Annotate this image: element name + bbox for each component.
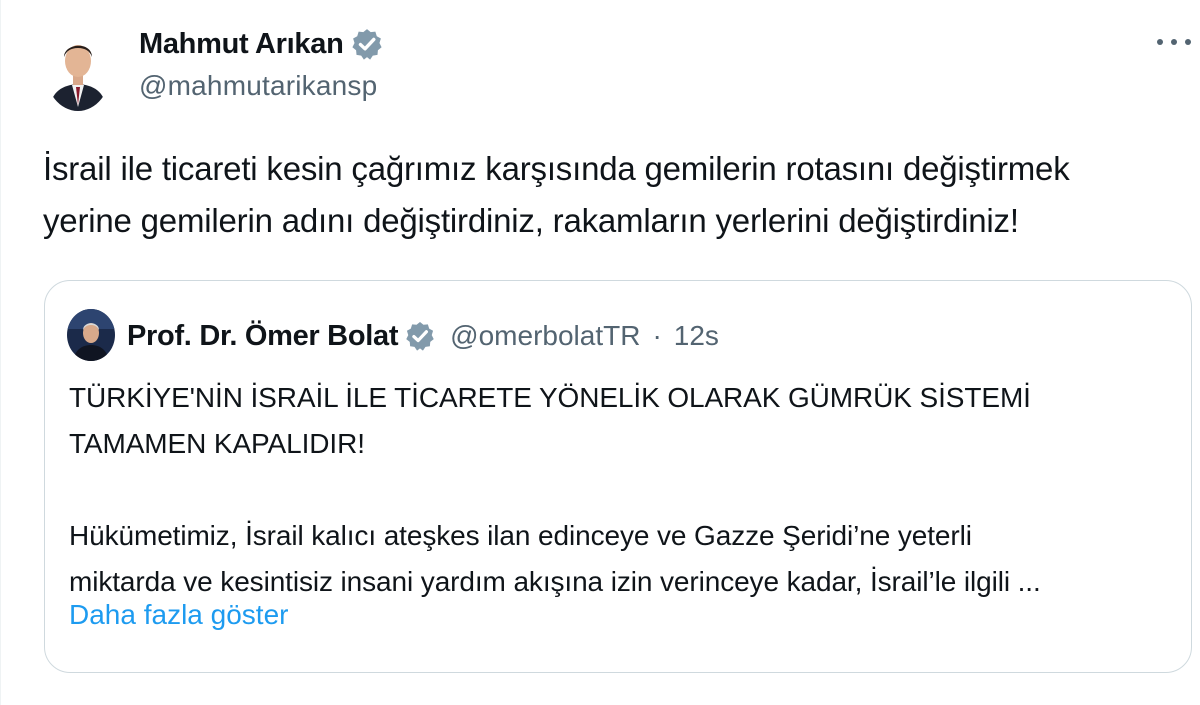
author-avatar[interactable] bbox=[45, 29, 111, 111]
quoted-text: TÜRKİYE'NİN İSRAİL İLE TİCARETE YÖNELİK … bbox=[69, 375, 1179, 605]
quoted-author-handle[interactable]: @omerbolatTR bbox=[450, 320, 640, 352]
show-more-link[interactable]: Daha fazla göster bbox=[69, 599, 288, 631]
quoted-timestamp[interactable]: 12s bbox=[674, 320, 719, 352]
tweet: Mahmut Arıkan @mahmutarikansp İsrail ile… bbox=[0, 0, 1200, 705]
separator-dot: · bbox=[652, 320, 662, 351]
more-dots-icon[interactable] bbox=[1157, 30, 1191, 54]
quoted-heading-line: TAMAMEN KAPALIDIR! bbox=[69, 428, 365, 459]
author-handle[interactable]: @mahmutarikansp bbox=[139, 70, 377, 102]
dot bbox=[1157, 39, 1163, 45]
tweet-text-line: yerine gemilerin adını değiştirdiniz, ra… bbox=[43, 202, 1019, 239]
tweet-text: İsrail ile ticareti kesin çağrımız karşı… bbox=[43, 143, 1183, 247]
quoted-tweet-card[interactable]: Prof. Dr. Ömer Bolat @omerbolatTR · 12s … bbox=[44, 280, 1192, 673]
author-name-row: Mahmut Arıkan bbox=[139, 22, 384, 66]
quoted-header: Prof. Dr. Ömer Bolat @omerbolatTR · 12s bbox=[127, 315, 719, 357]
tweet-text-line: İsrail ile ticareti kesin çağrımız karşı… bbox=[43, 150, 1070, 187]
dot bbox=[1185, 39, 1191, 45]
author-name[interactable]: Mahmut Arıkan bbox=[139, 28, 344, 61]
quoted-avatar-image bbox=[67, 309, 115, 361]
verified-badge-icon[interactable] bbox=[404, 320, 436, 352]
quoted-author-avatar[interactable] bbox=[67, 309, 115, 361]
verified-badge-icon[interactable] bbox=[350, 27, 384, 61]
quoted-body-line: Hükümetimiz, İsrail kalıcı ateşkes ilan … bbox=[69, 520, 972, 551]
quoted-heading-line: TÜRKİYE'NİN İSRAİL İLE TİCARETE YÖNELİK … bbox=[69, 382, 1031, 413]
author-avatar-image bbox=[45, 29, 111, 111]
dot bbox=[1171, 39, 1177, 45]
quoted-author-name[interactable]: Prof. Dr. Ömer Bolat bbox=[127, 320, 398, 353]
